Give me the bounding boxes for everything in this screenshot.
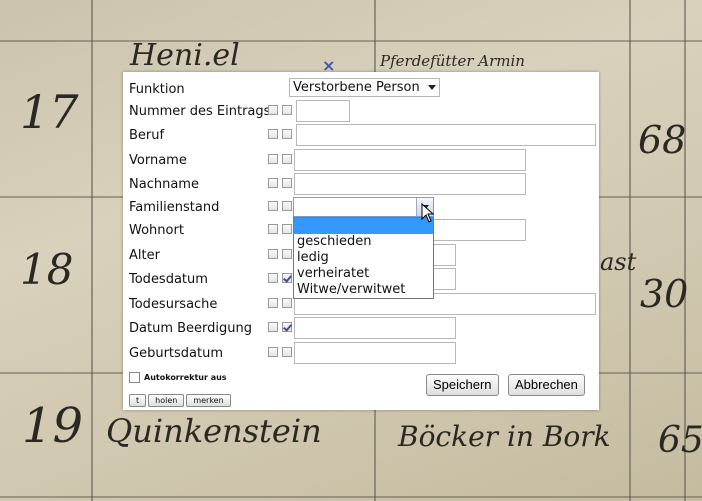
entry-name: Quinkenstein <box>106 412 322 450</box>
label-nummer: Nummer des Eintrags <box>129 104 271 119</box>
entry-number-17: 17 <box>20 85 79 139</box>
entry-number-18: 18 <box>20 245 74 294</box>
label-nachname: Nachname <box>129 177 199 192</box>
checkbox-1[interactable] <box>268 129 278 139</box>
label-datum-beerdigung: Datum Beerdigung <box>129 321 252 336</box>
dropdown-option-verheiratet[interactable]: verheiratet <box>294 266 433 282</box>
checkbox-1[interactable] <box>268 322 278 332</box>
checkbox-1[interactable] <box>268 249 278 259</box>
nachname-input[interactable] <box>294 173 526 195</box>
checkbox-1[interactable] <box>268 298 278 308</box>
beruf-input[interactable] <box>296 124 596 146</box>
autokorrektur-label: Autokorrektur aus <box>144 373 227 382</box>
checkbox-1[interactable] <box>268 224 278 234</box>
entry-value-65: 65 <box>658 420 702 461</box>
row-datum-beerdigung: Datum Beerdigung <box>129 317 599 339</box>
datum-beerdigung-input[interactable] <box>294 317 456 339</box>
checkbox-2[interactable] <box>282 298 292 308</box>
label-wohnort: Wohnort <box>129 223 184 238</box>
autokorrektur-option[interactable]: Autokorrektur aus <box>129 372 227 383</box>
geburtsdatum-input[interactable] <box>294 342 456 364</box>
entry-place: Böcker in Bork <box>398 420 611 453</box>
label-alter: Alter <box>129 248 160 263</box>
checkbox-1[interactable] <box>268 178 278 188</box>
entry-value-30: 30 <box>640 272 689 316</box>
entry-text-top: Heni.el <box>130 38 240 73</box>
checkbox-2[interactable] <box>282 129 292 139</box>
chevron-down-icon <box>427 85 436 90</box>
dropdown-option-ledig[interactable]: ledig <box>294 250 433 266</box>
row-nachname: Nachname <box>129 173 599 195</box>
row-beruf: Beruf <box>129 124 599 146</box>
checkbox-2[interactable] <box>282 154 292 164</box>
row-nummer: Nummer des Eintrags <box>129 100 599 122</box>
checkbox-2[interactable] <box>282 249 292 259</box>
funktion-select[interactable]: Verstorbene Person <box>289 78 440 97</box>
entry-text-right: Pferdefütter Armin <box>380 52 525 70</box>
merken-button[interactable]: merken <box>186 394 231 407</box>
label-todesdatum: Todesdatum <box>129 272 208 287</box>
checkbox-2[interactable] <box>282 347 292 357</box>
checkbox-2[interactable] <box>282 201 292 211</box>
checkbox-1[interactable] <box>268 154 278 164</box>
mouse-cursor-icon <box>421 203 435 223</box>
row-geburtsdatum: Geburtsdatum <box>129 342 599 364</box>
edit-entry-dialog: Funktion Verstorbene Person Nummer des E… <box>123 72 599 410</box>
checkbox-2[interactable] <box>282 178 292 188</box>
checkbox-1[interactable] <box>268 105 278 115</box>
checkbox-2-checked[interactable] <box>282 322 292 332</box>
dropdown-option-witwe[interactable]: Witwe/verwitwet <box>294 282 433 298</box>
save-button[interactable]: Speichern <box>426 374 499 396</box>
familienstand-select[interactable] <box>293 197 434 217</box>
checkbox-1[interactable] <box>268 273 278 283</box>
entry-value-68: 68 <box>638 118 687 162</box>
dropdown-option-geschieden[interactable]: geschieden <box>294 234 433 250</box>
familienstand-dropdown-list: geschieden ledig verheiratet Witwe/verwi… <box>293 217 434 299</box>
entry-number-19: 19 <box>22 398 84 454</box>
vorname-input[interactable] <box>294 149 526 171</box>
funktion-select-value: Verstorbene Person <box>293 80 420 95</box>
autokorrektur-checkbox[interactable] <box>129 372 140 383</box>
nummer-input[interactable] <box>296 100 350 122</box>
holen-button[interactable]: holen <box>148 394 185 407</box>
entry-fragment: ast <box>600 248 637 276</box>
label-geburtsdatum: Geburtsdatum <box>129 346 223 361</box>
label-beruf: Beruf <box>129 128 165 143</box>
dropdown-option-empty[interactable] <box>294 218 433 234</box>
label-vorname: Vorname <box>129 153 187 168</box>
checkbox-2[interactable] <box>282 105 292 115</box>
checkbox-2-checked[interactable] <box>282 273 292 283</box>
cancel-button[interactable]: Abbrechen <box>508 374 585 396</box>
checkbox-2[interactable] <box>282 224 292 234</box>
row-vorname: Vorname <box>129 149 599 171</box>
t-button[interactable]: t <box>129 394 147 407</box>
label-todesursache: Todesursache <box>129 297 218 312</box>
label-familienstand: Familienstand <box>129 200 220 215</box>
checkbox-1[interactable] <box>268 347 278 357</box>
label-funktion: Funktion <box>129 82 185 97</box>
small-button-group: t holen merken <box>129 392 233 407</box>
checkbox-1[interactable] <box>268 201 278 211</box>
